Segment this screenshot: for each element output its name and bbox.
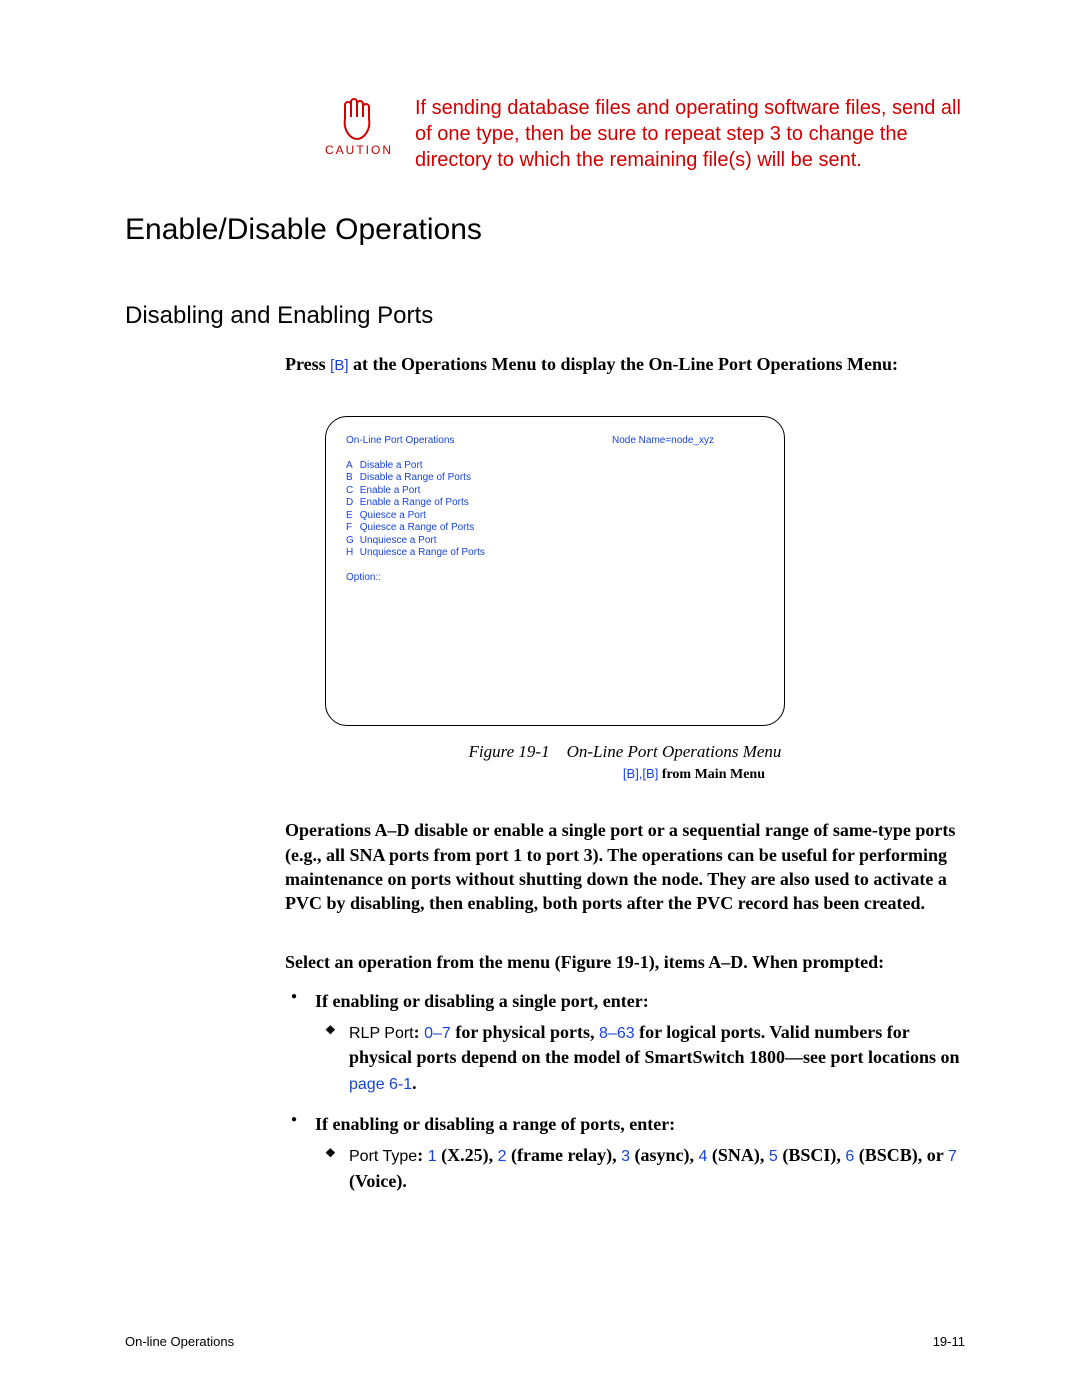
caution-label: CAUTION bbox=[325, 143, 393, 157]
sub-rlp-port: RLP Port: 0–7 for physical ports, 8–63 f… bbox=[315, 1020, 965, 1096]
figure-path: [B],[B] from Main Menu bbox=[285, 766, 965, 783]
intro-text: Press [B] at the Operations Menu to disp… bbox=[285, 352, 965, 376]
page-link[interactable]: page 6-1 bbox=[349, 1076, 412, 1093]
option-prompt: Option:: bbox=[346, 572, 764, 585]
footer-right: 19-11 bbox=[933, 1334, 965, 1349]
heading-enable-disable: Enable/Disable Operations bbox=[125, 213, 965, 247]
caution-block: CAUTION If sending database files and op… bbox=[325, 95, 965, 173]
key-b: [B] bbox=[330, 357, 348, 374]
caution-text: If sending database files and operating … bbox=[415, 95, 965, 173]
paragraph-2: Select an operation from the menu (Figur… bbox=[285, 950, 965, 974]
sub-port-type: Port Type: 1 (X.25), 2 (frame relay), 3 … bbox=[315, 1143, 965, 1194]
terminal-screen: Node Name=node_xyz On-Line Port Operatio… bbox=[325, 416, 785, 726]
node-name: Node Name=node_xyz bbox=[612, 435, 714, 448]
page-footer: On-line Operations 19-11 bbox=[125, 1334, 965, 1349]
paragraph-1: Operations A–D disable or enable a singl… bbox=[285, 818, 965, 915]
bullet-single-port: If enabling or disabling a single port, … bbox=[285, 989, 965, 1096]
menu-table: ADisable a PortBDisable a Range of Ports… bbox=[346, 460, 491, 560]
footer-left: On-line Operations bbox=[125, 1334, 234, 1349]
heading-ports: Disabling and Enabling Ports bbox=[125, 302, 965, 330]
figure-caption: Figure 19-1 On-Line Port Operations Menu bbox=[285, 742, 965, 762]
bullet-range-ports: If enabling or disabling a range of port… bbox=[285, 1112, 965, 1194]
caution-icon: CAUTION bbox=[325, 95, 393, 157]
